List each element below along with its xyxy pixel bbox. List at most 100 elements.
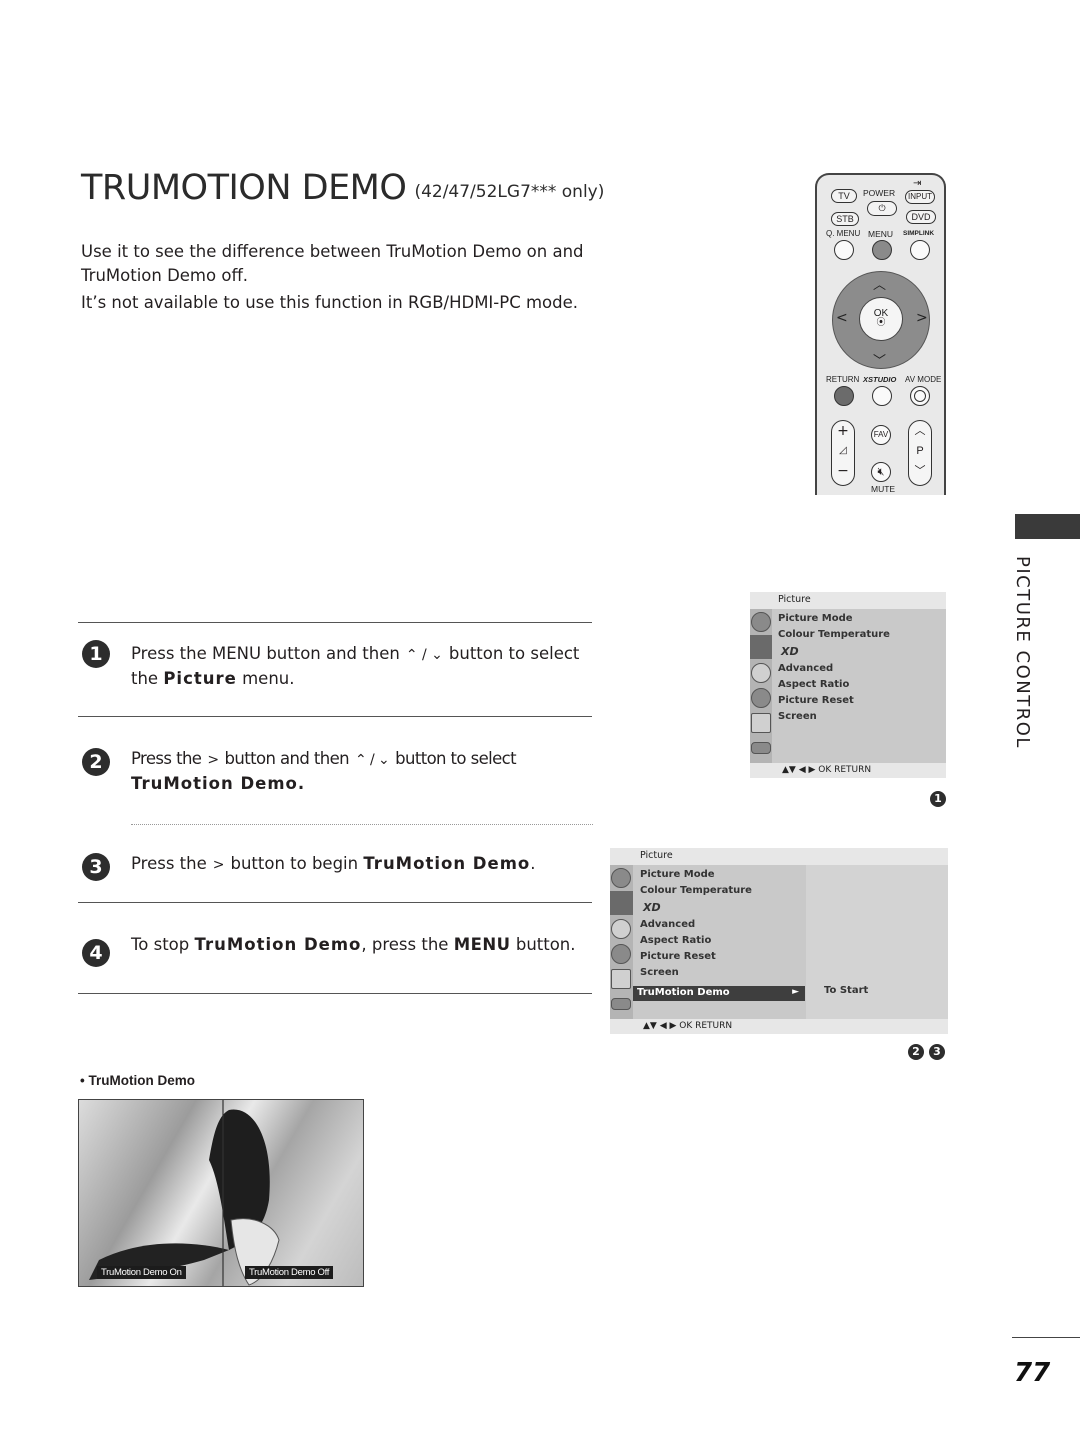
ok-button[interactable]: OK ⦿ — [859, 297, 903, 341]
time-category-icon[interactable] — [751, 688, 771, 708]
menu-footer: ▲▼ ◀ ▶ OK RETURN — [750, 763, 946, 778]
simplink-label: SIMPLINK — [903, 230, 935, 237]
stb-button[interactable]: STB — [831, 212, 859, 226]
menu-header: Picture — [750, 592, 946, 609]
xstudio-label: XSTUDIO — [863, 375, 897, 384]
menu-item-picture-mode[interactable]: Picture Mode — [778, 613, 890, 629]
step-2-text: Press the > button and then ⌃ / ⌄ button to … — [131, 747, 591, 796]
return-label: RETURN — [826, 375, 860, 384]
audio-category-icon[interactable] — [611, 919, 631, 939]
volume-down-icon[interactable]: − — [832, 461, 854, 481]
program-up-icon[interactable]: ︿ — [909, 421, 931, 441]
left-arrow-icon[interactable]: < — [836, 310, 848, 326]
menu-item-xd[interactable]: XD — [640, 901, 752, 919]
avmode-label: AV MODE — [905, 375, 942, 384]
submenu-value-to-start[interactable]: To Start — [824, 985, 868, 996]
power-label: POWER — [863, 188, 896, 198]
mute-button[interactable]: 🔇︎ — [871, 462, 891, 482]
menu-item-screen[interactable]: Screen — [640, 967, 752, 983]
down-arrow-icon[interactable]: ﹀ — [873, 350, 886, 369]
avmode-button[interactable] — [910, 386, 930, 406]
usb-category-icon[interactable] — [751, 742, 771, 754]
up-arrow-icon[interactable]: ︿ — [873, 274, 886, 293]
submenu-panel: To Start — [806, 865, 948, 1019]
mute-label: MUTE — [871, 484, 896, 494]
menu-header-label: Picture — [640, 850, 673, 861]
xstudio-button[interactable] — [872, 386, 892, 406]
picture-category-icon[interactable] — [751, 612, 771, 632]
menu-footer: ▲▼ ◀ ▶ OK RETURN — [610, 1019, 948, 1034]
menu-item-colour-temperature[interactable]: Colour Temperature — [778, 629, 890, 645]
menu-item-advanced[interactable]: Advanced — [640, 919, 752, 935]
butterfly-illustration — [89, 1100, 280, 1286]
tv-button[interactable]: TV — [831, 189, 857, 203]
intro-line: Use it to see the difference between Tru… — [81, 242, 584, 261]
intro-line: TruMotion Demo off. — [81, 266, 249, 285]
input-button[interactable]: INPUT — [905, 190, 935, 204]
intro-paragraph: Use it to see the difference between Tru… — [81, 240, 601, 288]
step-text-part: Press the MENU button and then — [131, 644, 400, 663]
time-category-icon[interactable] — [611, 944, 631, 964]
step-bold-term: Picture — [163, 669, 237, 688]
menu-item-picture-reset[interactable]: Picture Reset — [778, 695, 890, 711]
step-text-part: . — [530, 854, 536, 873]
step-number: 3 — [82, 853, 110, 881]
remote-control: TV POWER ⏻ ⇥ INPUT STB DVD Q. MENU MENU … — [815, 173, 946, 495]
title-text: TRUMOTION DEMO — [81, 168, 407, 208]
qmenu-button[interactable] — [834, 240, 854, 260]
audio-category-icon[interactable] — [751, 663, 771, 683]
power-button[interactable]: ⏻ — [867, 201, 897, 216]
demo-on-label: TruMotion Demo On — [97, 1266, 186, 1279]
menu-header: Picture — [610, 848, 948, 865]
program-rocker[interactable]: ︿ P ﹀ — [908, 420, 932, 486]
step-text-part: button and then — [224, 749, 350, 768]
menu-item-aspect-ratio[interactable]: Aspect Ratio — [778, 679, 890, 695]
selected-item-label: TruMotion Demo — [637, 987, 730, 998]
menu-item-xd[interactable]: XD — [778, 645, 890, 663]
picture-menu-screenshot-2: Picture To Start Picture Mode Colour Tem… — [610, 848, 948, 1034]
trumotion-demo-image: TruMotion Demo On TruMotion Demo Off — [78, 1099, 364, 1287]
right-arrow-icon[interactable]: > — [916, 310, 928, 326]
step-bold-term: TruMotion Demo — [194, 935, 362, 954]
divider — [78, 993, 592, 994]
power-icon: ⏻ — [878, 203, 886, 213]
menu-button[interactable] — [872, 240, 892, 260]
picture-category-icon[interactable] — [611, 868, 631, 888]
step-text-part: To stop — [131, 935, 190, 954]
program-label: P — [916, 445, 924, 457]
divider — [78, 902, 592, 903]
menu-item-screen[interactable]: Screen — [778, 711, 890, 727]
menu-item-picture-mode[interactable]: Picture Mode — [640, 869, 752, 885]
divider — [78, 622, 592, 623]
submenu-arrow-icon: ► — [792, 987, 799, 997]
program-down-icon[interactable]: ﹀ — [909, 461, 931, 481]
section-label: PICTURE CONTROL — [1012, 556, 1033, 749]
dvd-button[interactable]: DVD — [906, 210, 936, 224]
fav-button[interactable]: FAV — [871, 425, 891, 445]
menu-header-label: Picture — [778, 594, 811, 605]
usb-category-icon[interactable] — [611, 998, 631, 1010]
option-category-icon[interactable] — [751, 713, 771, 733]
input-icon: ⇥ — [913, 178, 922, 189]
volume-up-icon[interactable]: + — [832, 421, 854, 441]
screen-category-icon[interactable] — [750, 635, 772, 659]
step-text-part: the — [131, 669, 159, 688]
qmenu-label: Q. MENU — [826, 229, 861, 238]
menu-item-aspect-ratio[interactable]: Aspect Ratio — [640, 935, 752, 951]
menu-item-advanced[interactable]: Advanced — [778, 663, 890, 679]
menu-item-colour-temperature[interactable]: Colour Temperature — [640, 885, 752, 901]
step-text-part: Press the — [131, 854, 207, 873]
step-4-text: To stop TruMotion Demo, press the MENU b… — [131, 933, 591, 957]
menu-item-picture-reset[interactable]: Picture Reset — [640, 951, 752, 967]
screen-category-icon[interactable] — [610, 891, 633, 915]
menu-nav-hint: ▲▼ ◀ ▶ OK RETURN — [643, 1021, 733, 1031]
menu-item-trumotion-demo-selected[interactable]: TruMotion Demo ► — [633, 986, 805, 1001]
up-down-arrow-icon: ⌃ / ⌄ — [355, 752, 390, 768]
option-category-icon[interactable] — [611, 969, 631, 989]
menu-items: Picture Mode Colour Temperature XD Advan… — [640, 869, 752, 983]
volume-rocker[interactable]: + ◿ − — [831, 420, 855, 486]
right-arrow-icon: > — [207, 752, 219, 768]
return-button[interactable] — [834, 386, 854, 406]
simplink-button[interactable] — [910, 240, 930, 260]
step-text-part: Press the — [131, 749, 202, 768]
